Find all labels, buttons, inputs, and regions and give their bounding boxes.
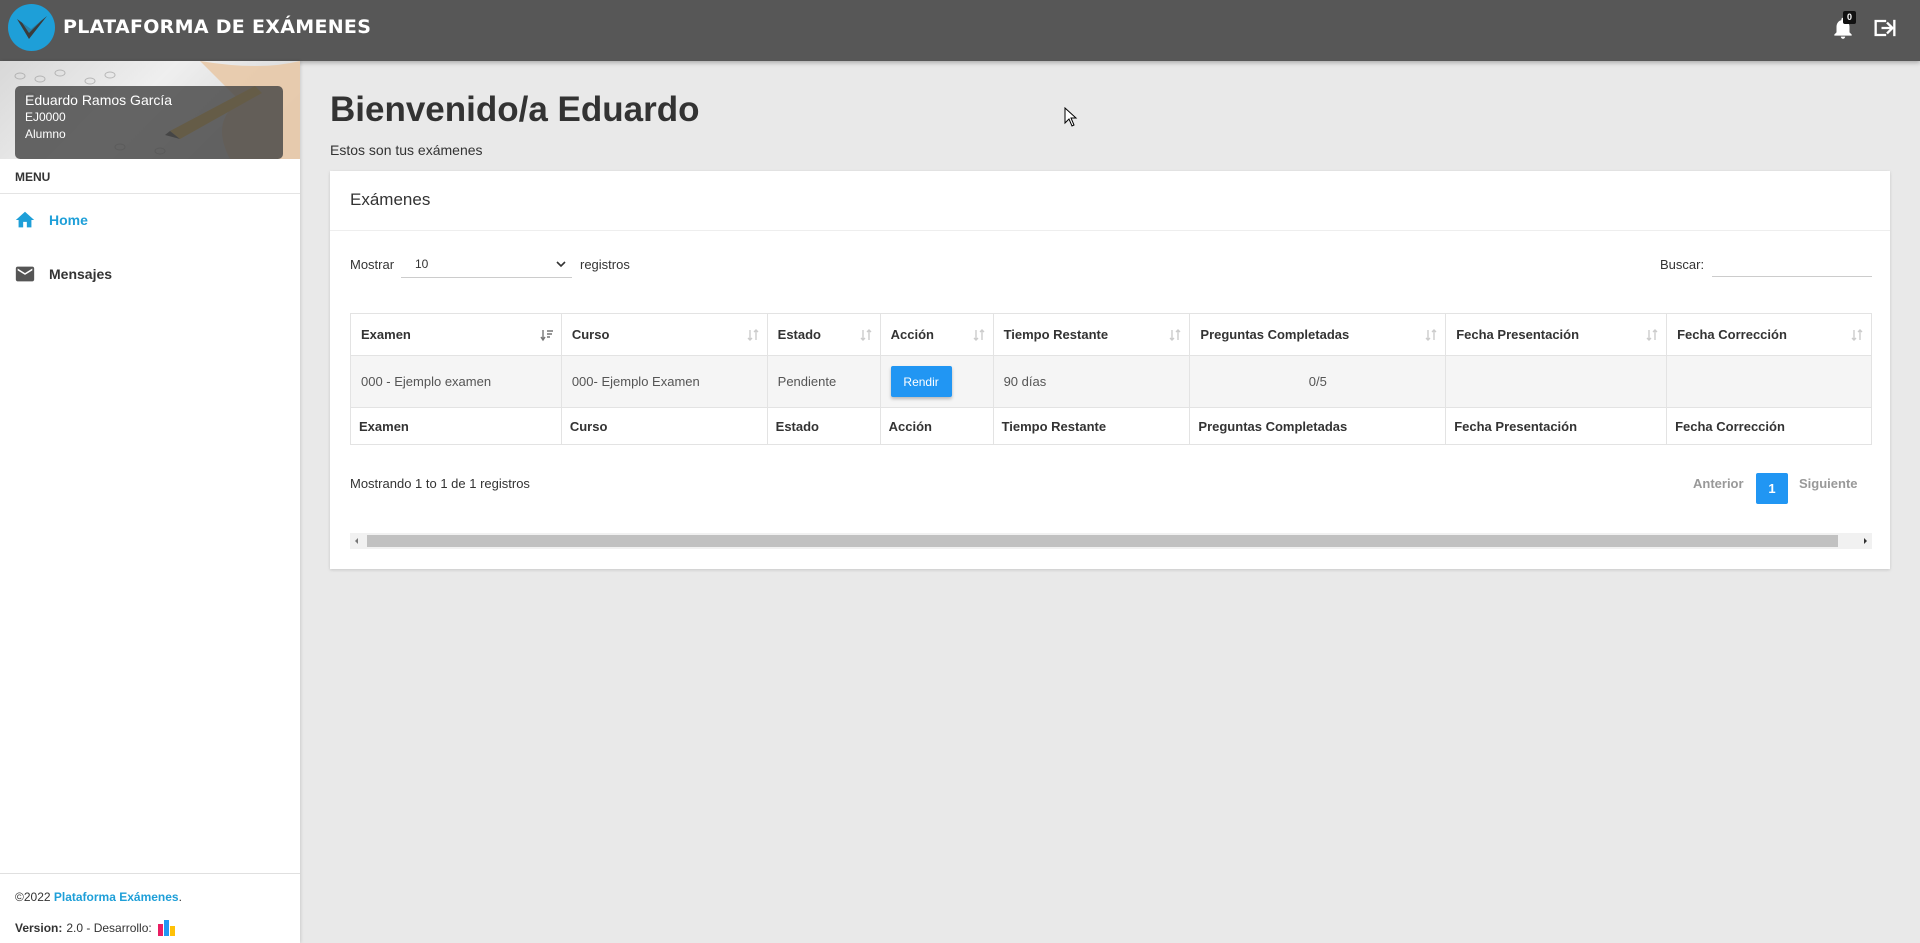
user-code: EJ0000 xyxy=(25,110,66,124)
search-label: Buscar: xyxy=(1660,257,1705,272)
column-header-estado[interactable]: Estado xyxy=(766,313,881,356)
copyright-link[interactable]: Plataforma Exámenes xyxy=(54,890,179,904)
mouse-cursor-icon xyxy=(1064,107,1078,127)
user-role: Alumno xyxy=(25,127,66,141)
card-title: Exámenes xyxy=(350,190,431,209)
column-header-fecha-correccion[interactable]: Fecha Corrección xyxy=(1666,313,1872,356)
cell-examen: 000 - Ejemplo examen xyxy=(350,355,562,408)
search-input[interactable] xyxy=(1712,249,1872,277)
footer-examen: Examen xyxy=(350,407,562,445)
home-icon xyxy=(15,211,35,228)
cell-tiempo: 90 días xyxy=(992,355,1191,408)
sort-icon xyxy=(1169,329,1181,341)
footer-divider xyxy=(0,873,300,874)
column-header-accion[interactable]: Acción xyxy=(879,313,994,356)
cell-fecha-presentacion xyxy=(1445,355,1668,408)
exams-card: Exámenes Mostrar 10 registros Buscar: Ex… xyxy=(330,171,1890,569)
brand-name: PLATAFORMA DE EXÁMENES xyxy=(63,16,372,38)
sort-icon xyxy=(860,329,872,341)
rendir-button[interactable]: Rendir xyxy=(890,366,952,397)
cell-preguntas: 0/5 xyxy=(1189,355,1447,408)
checkmark-logo-icon[interactable] xyxy=(8,4,55,51)
pagination-previous[interactable]: Anterior xyxy=(1693,476,1744,491)
notification-badge: 0 xyxy=(1843,11,1856,24)
table-info: Mostrando 1 to 1 de 1 registros xyxy=(350,476,530,491)
table-footer-row: Examen Curso Estado Acción Tiempo Restan… xyxy=(350,407,1872,445)
card-divider xyxy=(330,230,1890,231)
mail-icon xyxy=(15,266,35,282)
footer-fecha-correccion: Fecha Corrección xyxy=(1666,407,1872,445)
sort-icon xyxy=(973,329,985,341)
column-header-preguntas[interactable]: Preguntas Completadas xyxy=(1189,313,1447,356)
footer-preguntas: Preguntas Completadas xyxy=(1189,407,1447,445)
table-row: 000 - Ejemplo examen 000- Ejemplo Examen… xyxy=(350,355,1872,408)
version-info: Version: 2.0 - Desarrollo: xyxy=(15,918,178,938)
column-header-tiempo[interactable]: Tiempo Restante xyxy=(992,313,1191,356)
user-name: Eduardo Ramos García xyxy=(25,92,173,108)
scroll-right-icon[interactable] xyxy=(1860,536,1870,546)
cell-fecha-correccion xyxy=(1666,355,1872,408)
copyright-prefix: ©2022 xyxy=(15,890,54,904)
pagination-page-1[interactable]: 1 xyxy=(1756,473,1788,504)
menu-divider xyxy=(0,193,300,194)
page-length-value: 10 xyxy=(415,257,429,271)
cell-estado: Pendiente xyxy=(766,355,881,408)
page-subtitle: Estos son tus exámenes xyxy=(330,142,483,158)
copyright: ©2022 Plataforma Exámenes. xyxy=(15,890,182,904)
footer-tiempo: Tiempo Restante xyxy=(992,407,1191,445)
scrollbar-thumb[interactable] xyxy=(367,535,1838,547)
sidebar-item-mensajes[interactable]: Mensajes xyxy=(0,249,300,299)
menu-label: MENU xyxy=(15,170,51,184)
sort-icon xyxy=(1851,329,1863,341)
copyright-suffix: . xyxy=(178,890,182,904)
column-header-fecha-presentacion[interactable]: Fecha Presentación xyxy=(1445,313,1668,356)
length-suffix: registros xyxy=(580,257,630,272)
logout-icon[interactable] xyxy=(1871,14,1899,42)
cell-accion: Rendir xyxy=(879,355,994,408)
horizontal-scrollbar[interactable] xyxy=(350,533,1872,549)
column-header-curso[interactable]: Curso xyxy=(560,313,768,356)
column-header-examen[interactable]: Examen xyxy=(350,313,562,356)
sort-icon xyxy=(747,329,759,341)
page-title: Bienvenido/a Eduardo xyxy=(330,90,700,129)
footer-fecha-presentacion: Fecha Presentación xyxy=(1445,407,1668,445)
footer-accion: Acción xyxy=(879,407,994,445)
cell-curso: 000- Ejemplo Examen xyxy=(560,355,768,408)
version-value: 2.0 - Desarrollo: xyxy=(66,921,152,935)
user-info-box: Eduardo Ramos García EJ0000 Alumno xyxy=(15,86,283,159)
sidebar-item-label: Mensajes xyxy=(49,266,113,282)
footer-estado: Estado xyxy=(766,407,881,445)
user-card: Eduardo Ramos García EJ0000 Alumno xyxy=(0,61,300,159)
footer-curso: Curso xyxy=(560,407,768,445)
version-label: Version: xyxy=(15,921,63,935)
page-length-select[interactable]: 10 xyxy=(401,251,572,278)
length-prefix: Mostrar xyxy=(350,257,395,272)
sort-desc-icon xyxy=(540,330,553,342)
top-bar: PLATAFORMA DE EXÁMENES 0 xyxy=(0,0,1920,61)
sidebar-item-label: Home xyxy=(49,212,88,228)
sidebar: Eduardo Ramos García EJ0000 Alumno MENU … xyxy=(0,61,300,943)
exams-table: Examen Curso Estado Acción Tiempo Restan… xyxy=(350,313,1872,445)
sort-icon xyxy=(1425,329,1437,341)
chevron-down-icon xyxy=(556,261,566,268)
dev-logo-icon xyxy=(157,920,175,936)
sidebar-item-home[interactable]: Home xyxy=(0,195,300,245)
table-header-row: Examen Curso Estado Acción Tiempo Restan… xyxy=(350,313,1872,356)
scroll-left-icon[interactable] xyxy=(352,536,362,546)
sort-icon xyxy=(1646,329,1658,341)
pagination-next[interactable]: Siguiente xyxy=(1799,476,1858,491)
